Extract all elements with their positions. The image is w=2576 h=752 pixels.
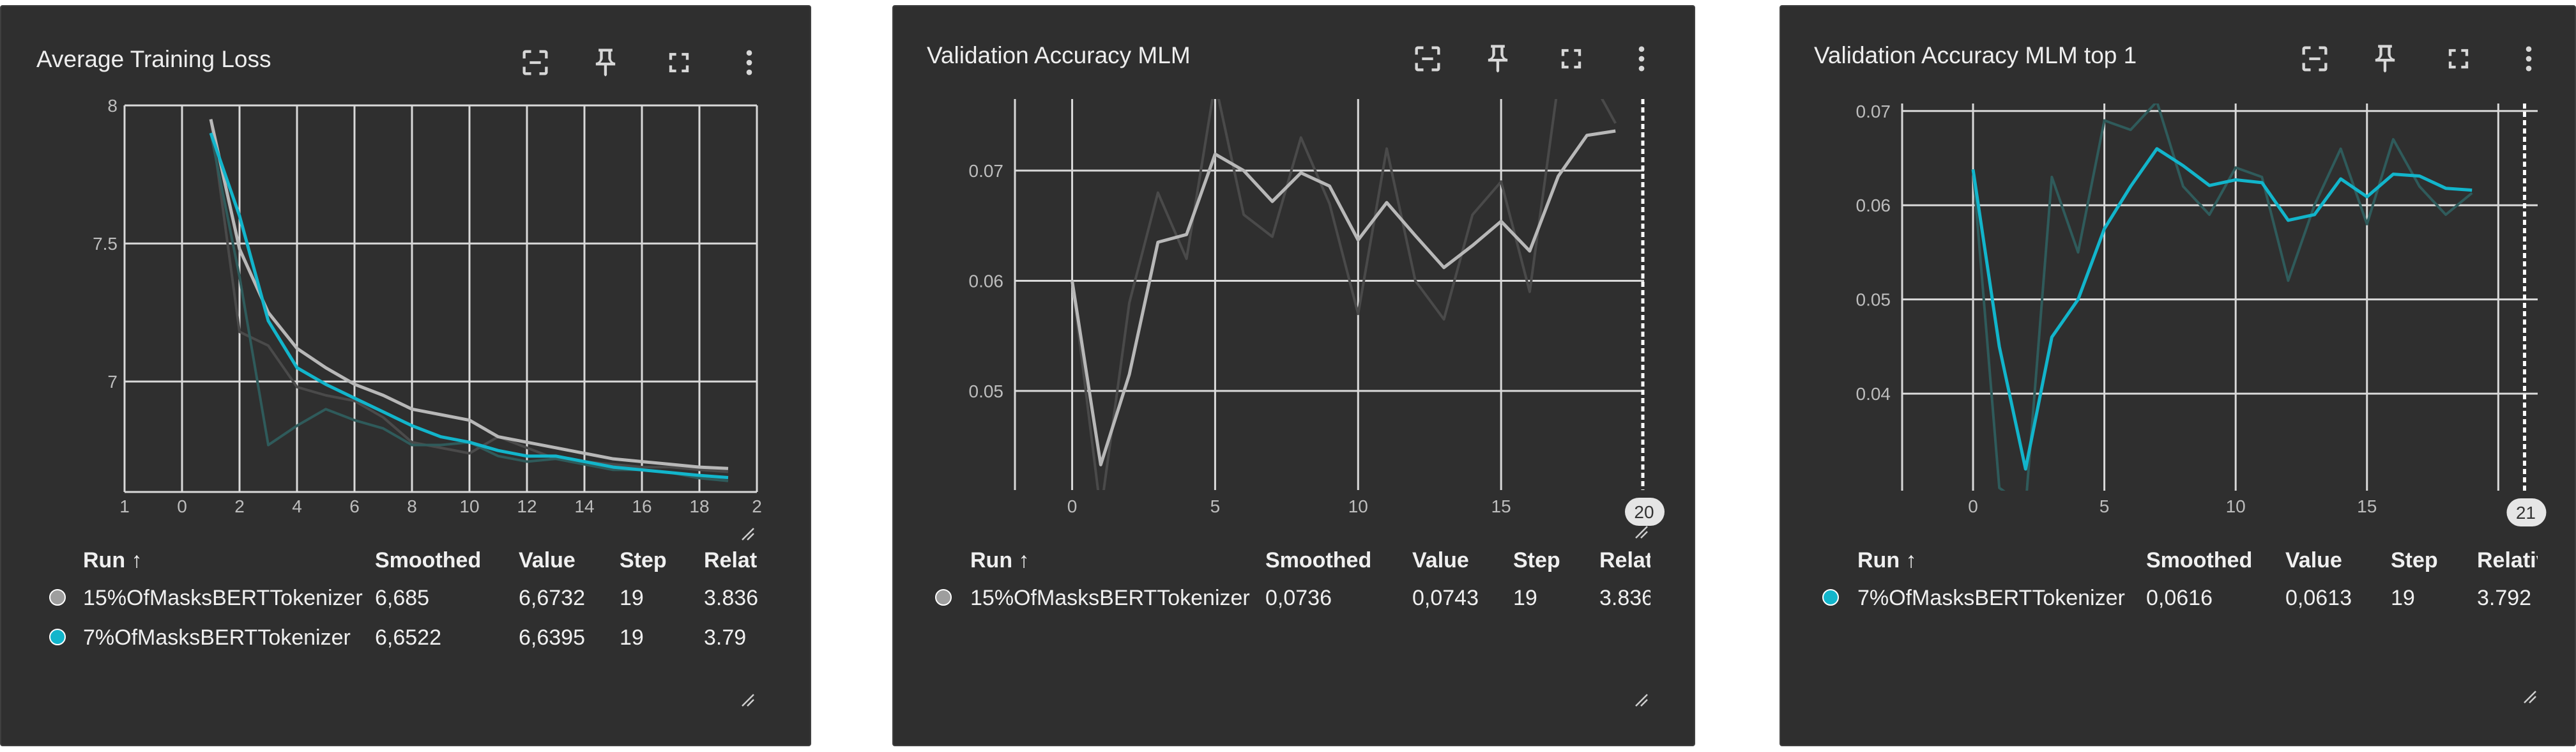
chart-average-training-loss[interactable]: 1 0 2 4 6 8 10 12 14 16 18 287.57 [1,6,812,556]
step: 19 [2391,586,2415,610]
x-tick-label: 2 [752,496,762,516]
run-color-dot [49,589,66,606]
table-resize-handle[interactable] [741,693,755,707]
run-table: Run ↑ Smoothed Value Step Relat 15%OfMas… [894,543,1650,645]
value: 6,6395 [519,625,585,650]
run-name: 7%OfMasksBERTTokenizer [1857,586,2125,610]
chart-validation-accuracy-mlm[interactable]: 0 5 10 15 0.07 0.06 0.05 20 [894,6,1696,556]
y-tick-label: 8 [107,96,118,116]
col-header-value[interactable]: Value [2285,548,2342,573]
col-header-smoothed[interactable]: Smoothed [2146,548,2252,573]
series-raw-line [1972,104,2473,491]
col-header-relative[interactable]: Relativ [2477,548,2538,573]
x-tick-label: 0 [177,496,187,516]
x-tick-label: 14 [574,496,594,516]
chart-resize-handle[interactable] [2523,690,2537,704]
step-cursor-label: 21 [2516,503,2536,523]
smoothed-value: 6,6522 [375,625,441,650]
run-color-dot [49,629,66,645]
chart-resize-handle[interactable] [1635,525,1649,539]
y-tick-label: 0.05 [969,381,1004,401]
x-tick-label: 16 [632,496,652,516]
step-cursor-label: 20 [1634,502,1654,522]
col-header-value[interactable]: Value [1412,548,1469,573]
step: 19 [620,625,644,650]
x-tick-label: 10 [1348,496,1368,516]
y-tick-label: 0.06 [969,271,1004,291]
y-tick-label: 0.07 [969,161,1004,181]
run-name: 15%OfMasksBERTTokenizer [970,586,1250,610]
x-tick-label: 6 [349,496,360,516]
card-average-training-loss: Average Training Loss 1 0 2 4 6 8 10 12 14 16 18 2 8… [0,5,811,746]
smoothed-value: 6,685 [375,586,430,610]
x-tick-label: 15 [1491,496,1511,516]
col-header-step[interactable]: Step [2391,548,2438,573]
y-tick-label: 0.04 [1856,384,1891,404]
step: 19 [620,586,644,610]
x-tick-label: 10 [459,496,479,516]
col-header-run[interactable]: Run ↑ [83,548,142,573]
y-tick-label: 7.5 [93,234,118,254]
card-validation-accuracy-mlm: Validation Accuracy MLM 0 5 10 15 0.07 0.06 0.… [892,5,1695,746]
x-tick-label: 1 [119,496,130,516]
table-resize-handle[interactable] [1635,693,1649,707]
value: 0,0743 [1412,586,1479,610]
x-tick-label: 10 [2226,496,2246,516]
col-header-run[interactable]: Run ↑ [1857,548,1917,573]
x-tick-label: 0 [1968,496,1978,516]
series-smoothed-line[interactable] [1971,147,2473,471]
relative-time: 3.836 [1599,586,1650,610]
x-tick-label: 4 [292,496,302,516]
x-tick-label: 0 [1067,496,1078,516]
run-name: 15%OfMasksBERTTokenizer [83,586,363,610]
run-table: Run ↑ Smoothed Value Step Relativ 7%OfMa… [1781,543,2538,645]
col-header-relative[interactable]: Relat [1599,548,1650,573]
x-tick-label: 15 [2357,496,2377,516]
y-tick-label: 0.05 [1856,290,1891,310]
run-color-dot [1822,589,1839,606]
relative-time: 3.836 [704,586,759,610]
x-tick-label: 2 [234,496,245,516]
y-tick-label: 0.07 [1856,102,1891,121]
x-tick-label: 5 [2100,496,2110,516]
relative-time: 3.792 [2477,586,2532,610]
x-tick-label: 18 [689,496,709,516]
run-color-dot [935,589,952,606]
run-table: Run ↑ Smoothed Value Step Relat 15%OfMas… [1,543,763,671]
relative-time: 3.79 [704,625,747,650]
smoothed-value: 0,0736 [1265,586,1332,610]
col-header-step[interactable]: Step [620,548,667,573]
chart-validation-accuracy-mlm-top-1[interactable]: 0 5 10 15 0.07 0.06 0.05 0.04 21 [1781,6,2576,556]
y-tick-label: 0.06 [1856,196,1891,215]
card-validation-accuracy-mlm-top-1: Validation Accuracy MLM top 1 0 5 10 15 0.07… [1780,5,2576,746]
value: 6,6732 [519,586,585,610]
col-header-relative[interactable]: Relat [704,548,757,573]
step: 19 [1513,586,1537,610]
col-header-step[interactable]: Step [1513,548,1560,573]
col-header-run[interactable]: Run ↑ [970,548,1030,573]
series-raw-line [1071,99,1617,490]
col-header-smoothed[interactable]: Smoothed [1265,548,1371,573]
y-tick-label: 7 [107,372,118,392]
x-tick-label: 8 [407,496,417,516]
chart-resize-handle[interactable] [741,527,755,541]
run-name: 7%OfMasksBERTTokenizer [83,625,351,650]
x-tick-label: 12 [517,496,537,516]
value: 0,0613 [2285,586,2352,610]
x-tick-label: 5 [1210,496,1221,516]
col-header-smoothed[interactable]: Smoothed [375,548,481,573]
smoothed-value: 0,0616 [2146,586,2213,610]
col-header-value[interactable]: Value [519,548,575,573]
series-smoothed-line[interactable] [1071,129,1616,466]
